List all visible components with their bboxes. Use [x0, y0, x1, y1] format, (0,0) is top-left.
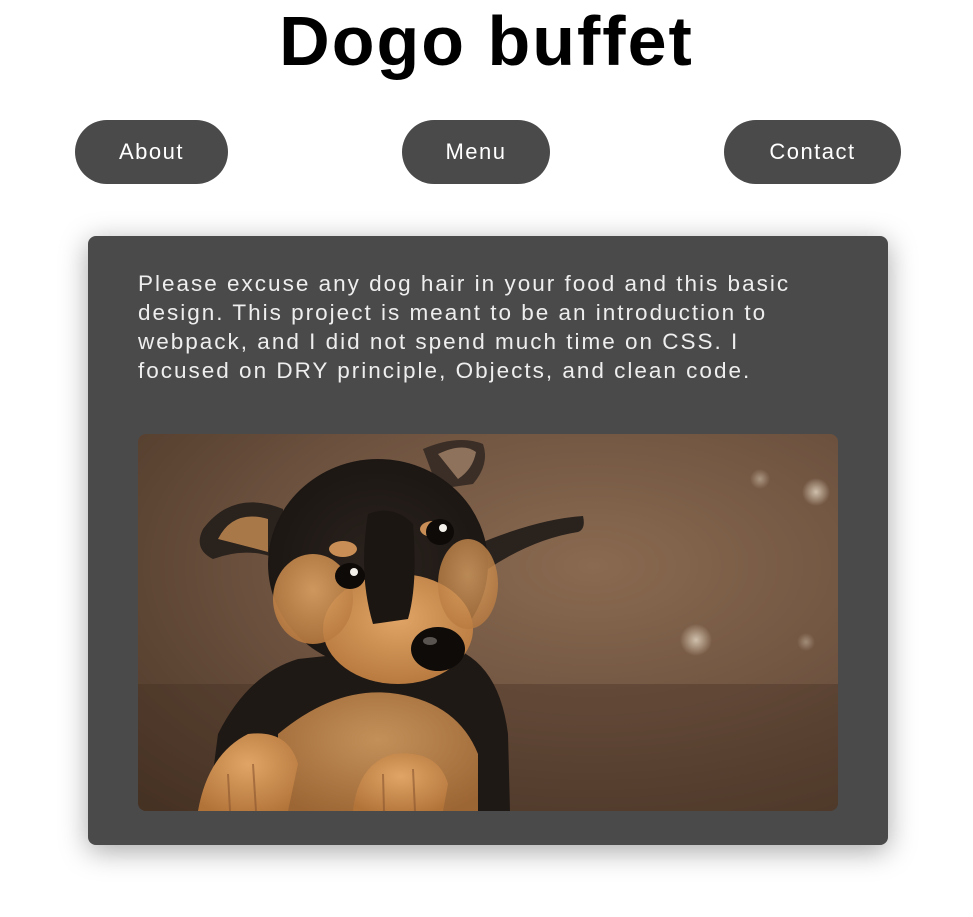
puppy-image: [138, 434, 838, 811]
puppy-photo: [138, 434, 838, 811]
page: Dogo buffet About Menu Contact Please ex…: [0, 0, 973, 917]
content-card: Please excuse any dog hair in your food …: [88, 236, 888, 845]
about-button[interactable]: About: [75, 120, 228, 184]
contact-button[interactable]: Contact: [724, 120, 901, 184]
page-title: Dogo buffet: [279, 2, 694, 80]
intro-text: Please excuse any dog hair in your food …: [138, 271, 791, 383]
menu-button[interactable]: Menu: [402, 120, 550, 184]
